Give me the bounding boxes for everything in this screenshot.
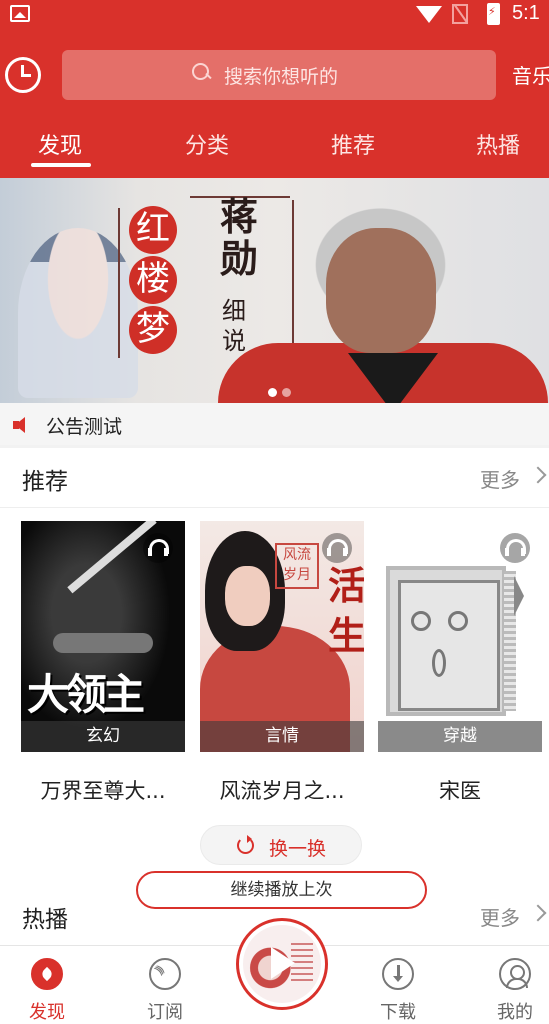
tabbar-item-subscribe[interactable]: 订阅 xyxy=(125,946,205,1024)
speaker-icon xyxy=(13,417,31,433)
banner-divider xyxy=(118,208,120,358)
book-card[interactable]: 大领主 玄幻 xyxy=(21,521,185,752)
book-category: 穿越 xyxy=(378,721,542,752)
play-icon xyxy=(271,947,295,979)
cover-calligraphy: 活生 xyxy=(328,563,364,658)
promo-banner[interactable]: 红 楼 梦 蒋勋 细说 xyxy=(0,178,549,403)
tabbar-item-download[interactable]: 下载 xyxy=(358,946,438,1024)
active-tab-indicator xyxy=(31,163,91,167)
hot-more-link[interactable]: 更多 xyxy=(480,902,520,931)
no-sim-icon xyxy=(452,4,468,24)
tab-category[interactable]: 分类 xyxy=(185,128,229,160)
indicator-dot-active xyxy=(268,388,277,397)
recommend-more-link[interactable]: 更多 xyxy=(480,464,520,493)
swap-button-label: 换一换 xyxy=(269,838,327,860)
battery-charging-icon xyxy=(487,3,500,25)
now-playing-button[interactable] xyxy=(236,918,328,1010)
tabbar-label: 我的 xyxy=(497,1002,533,1023)
banner-title-char: 楼 xyxy=(129,256,177,304)
cover-tag: 风流岁月 xyxy=(275,543,319,589)
continue-playback-banner[interactable]: 继续播放上次 xyxy=(136,871,427,909)
app-header: 5:1 搜索你想听的 音乐 发现 分类 推荐 热播 xyxy=(0,0,549,178)
tabbar-item-me[interactable]: 我的 xyxy=(475,946,549,1024)
banner-title-char: 红 xyxy=(129,206,177,254)
book-category: 言情 xyxy=(200,721,364,752)
indicator-dot xyxy=(282,388,291,397)
image-notification-icon xyxy=(10,5,30,22)
book-title[interactable]: 风流岁月之... xyxy=(200,775,364,805)
search-input[interactable]: 搜索你想听的 xyxy=(62,50,496,100)
status-time: 5:1 xyxy=(512,2,540,24)
divider xyxy=(0,507,549,508)
music-link[interactable]: 音乐 xyxy=(512,60,549,89)
section-title-recommend: 推荐 xyxy=(22,469,68,495)
status-bar: 5:1 xyxy=(0,0,549,30)
tabbar-item-discover[interactable]: 发现 xyxy=(7,946,87,1024)
rss-icon xyxy=(149,958,181,990)
headphone-icon xyxy=(143,533,173,563)
wifi-icon xyxy=(416,6,442,23)
book-category: 玄幻 xyxy=(21,721,185,752)
headphone-icon xyxy=(322,533,352,563)
announcement-bar[interactable]: 公告测试 xyxy=(0,403,549,445)
tab-discover[interactable]: 发现 xyxy=(38,128,82,160)
announcement-text: 公告测试 xyxy=(46,416,123,438)
banner-title-char: 梦 xyxy=(129,306,177,354)
search-icon xyxy=(192,63,210,81)
profile-icon xyxy=(499,958,531,990)
tab-hot[interactable]: 热播 xyxy=(476,128,520,160)
tabbar-label: 下载 xyxy=(380,1002,416,1023)
book-card[interactable]: 穿越 xyxy=(378,521,542,752)
section-title-hot: 热播 xyxy=(22,907,68,933)
swap-button[interactable]: 换一换 xyxy=(200,825,362,865)
banner-figure-illustration xyxy=(18,228,138,398)
book-title[interactable]: 万界至尊大... xyxy=(21,775,185,805)
search-placeholder: 搜索你想听的 xyxy=(224,66,339,88)
download-icon xyxy=(382,958,414,990)
banner-author: 蒋勋 xyxy=(220,194,259,281)
book-card[interactable]: 风流岁月 活生 言情 xyxy=(200,521,364,752)
tabbar-label: 发现 xyxy=(29,1002,65,1023)
tabbar-label: 订阅 xyxy=(147,1002,183,1023)
banner-subtitle: 细说 xyxy=(222,297,246,355)
book-title[interactable]: 宋医 xyxy=(378,775,542,805)
refresh-icon xyxy=(237,835,254,854)
history-clock-icon[interactable] xyxy=(5,57,41,93)
cover-title-art: 大领主 xyxy=(27,670,145,719)
top-tabs: 发现 分类 推荐 热播 xyxy=(0,128,549,168)
tab-recommend[interactable]: 推荐 xyxy=(331,128,375,160)
compass-icon xyxy=(31,958,63,990)
headphone-icon xyxy=(500,533,530,563)
banner-portrait xyxy=(218,193,548,403)
